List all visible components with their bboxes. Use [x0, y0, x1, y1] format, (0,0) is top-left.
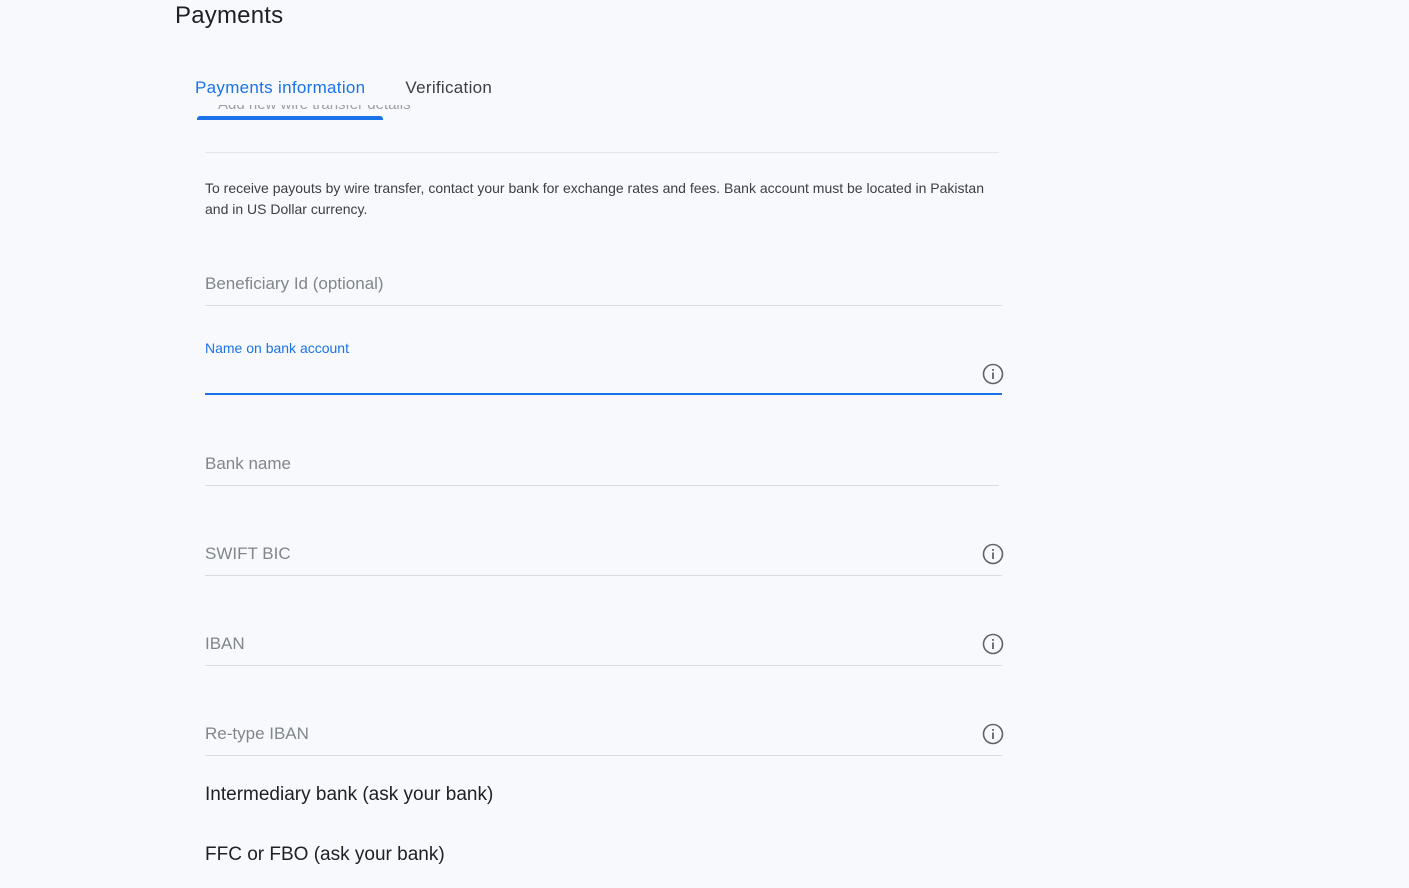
- ffc-fbo-toggle[interactable]: FFC or FBO (ask your bank): [205, 844, 445, 866]
- payments-page: Payments Payments information Verificati…: [0, 0, 1409, 888]
- bank-name-field[interactable]: Bank name: [205, 442, 1002, 487]
- info-icon[interactable]: [982, 723, 1004, 745]
- name-on-bank-account-field[interactable]: Name on bank account: [205, 338, 1004, 398]
- swift-bic-underline: [205, 575, 1002, 576]
- bank-name-placeholder: Bank name: [205, 454, 291, 473]
- swift-bic-placeholder: SWIFT BIC: [205, 544, 291, 563]
- iban-placeholder: IBAN: [205, 634, 245, 653]
- retype-iban-underline: [205, 755, 1002, 756]
- swift-bic-field[interactable]: SWIFT BIC: [205, 532, 1004, 577]
- beneficiary-id-placeholder: Beneficiary Id (optional): [205, 274, 384, 293]
- section-divider: [205, 152, 999, 153]
- beneficiary-id-field[interactable]: Beneficiary Id (optional): [205, 262, 1002, 307]
- name-on-bank-account-label: Name on bank account: [205, 340, 349, 356]
- bank-name-underline: [205, 485, 999, 486]
- partially-scrolled-heading: Add new wire transfer details: [218, 105, 518, 118]
- info-icon[interactable]: [982, 633, 1004, 655]
- iban-underline: [205, 665, 1002, 666]
- retype-iban-placeholder: Re-type IBAN: [205, 724, 309, 743]
- info-icon[interactable]: [982, 363, 1004, 385]
- name-on-bank-account-underline: [205, 393, 1002, 395]
- intermediary-bank-toggle[interactable]: Intermediary bank (ask your bank): [205, 784, 493, 806]
- partially-scrolled-heading-text: Add new wire transfer details: [218, 105, 518, 118]
- iban-field[interactable]: IBAN: [205, 622, 1004, 667]
- wire-transfer-notice: To receive payouts by wire transfer, con…: [205, 180, 984, 217]
- beneficiary-id-underline: [205, 305, 1002, 306]
- info-icon[interactable]: [982, 543, 1004, 565]
- page-title: Payments: [175, 2, 284, 29]
- retype-iban-field[interactable]: Re-type IBAN: [205, 712, 1004, 757]
